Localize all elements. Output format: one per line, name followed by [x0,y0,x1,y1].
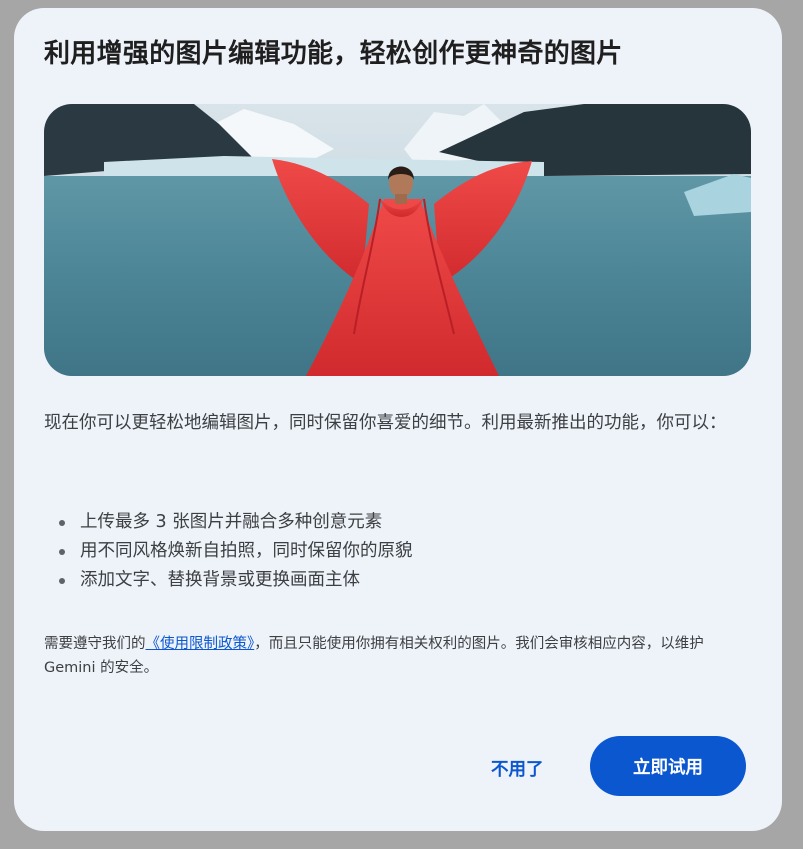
list-item: 添加文字、替换背景或更换画面主体 [44,566,724,595]
dialog-description: 现在你可以更轻松地编辑图片，同时保留你喜爱的细节。利用最新推出的功能，你可以： [44,413,727,433]
try-now-button[interactable]: 立即试用 [590,736,746,796]
bullet-icon [59,520,65,526]
notice-prefix: 需要遵守我们的 [44,636,146,652]
dismiss-button[interactable]: 不用了 [479,750,556,790]
feature-text: 上传最多 3 张图片并融合多种创意元素 [80,512,383,532]
bullet-icon [59,578,65,584]
policy-notice: 需要遵守我们的《使用限制政策》，而且只能使用你拥有相关权利的图片。我们会审核相应… [44,632,744,680]
bullet-icon [59,549,65,555]
list-item: 用不同风格焕新自拍照，同时保留你的原貌 [44,537,724,566]
dialog-title: 利用增强的图片编辑功能，轻松创作更神奇的图片 [44,39,623,69]
feature-announcement-dialog: 利用增强的图片编辑功能，轻松创作更神奇的图片 现在你可以更轻松地编辑图片，同时保… [14,8,782,831]
usage-policy-link[interactable]: 《使用限制政策》 [146,636,255,652]
feature-list: 上传最多 3 张图片并融合多种创意元素 用不同风格焕新自拍照，同时保留你的原貌 … [44,508,724,595]
feature-text: 添加文字、替换背景或更换画面主体 [80,570,360,590]
feature-text: 用不同风格焕新自拍照，同时保留你的原貌 [80,541,413,561]
hero-image [44,104,751,376]
list-item: 上传最多 3 张图片并融合多种创意元素 [44,508,724,537]
